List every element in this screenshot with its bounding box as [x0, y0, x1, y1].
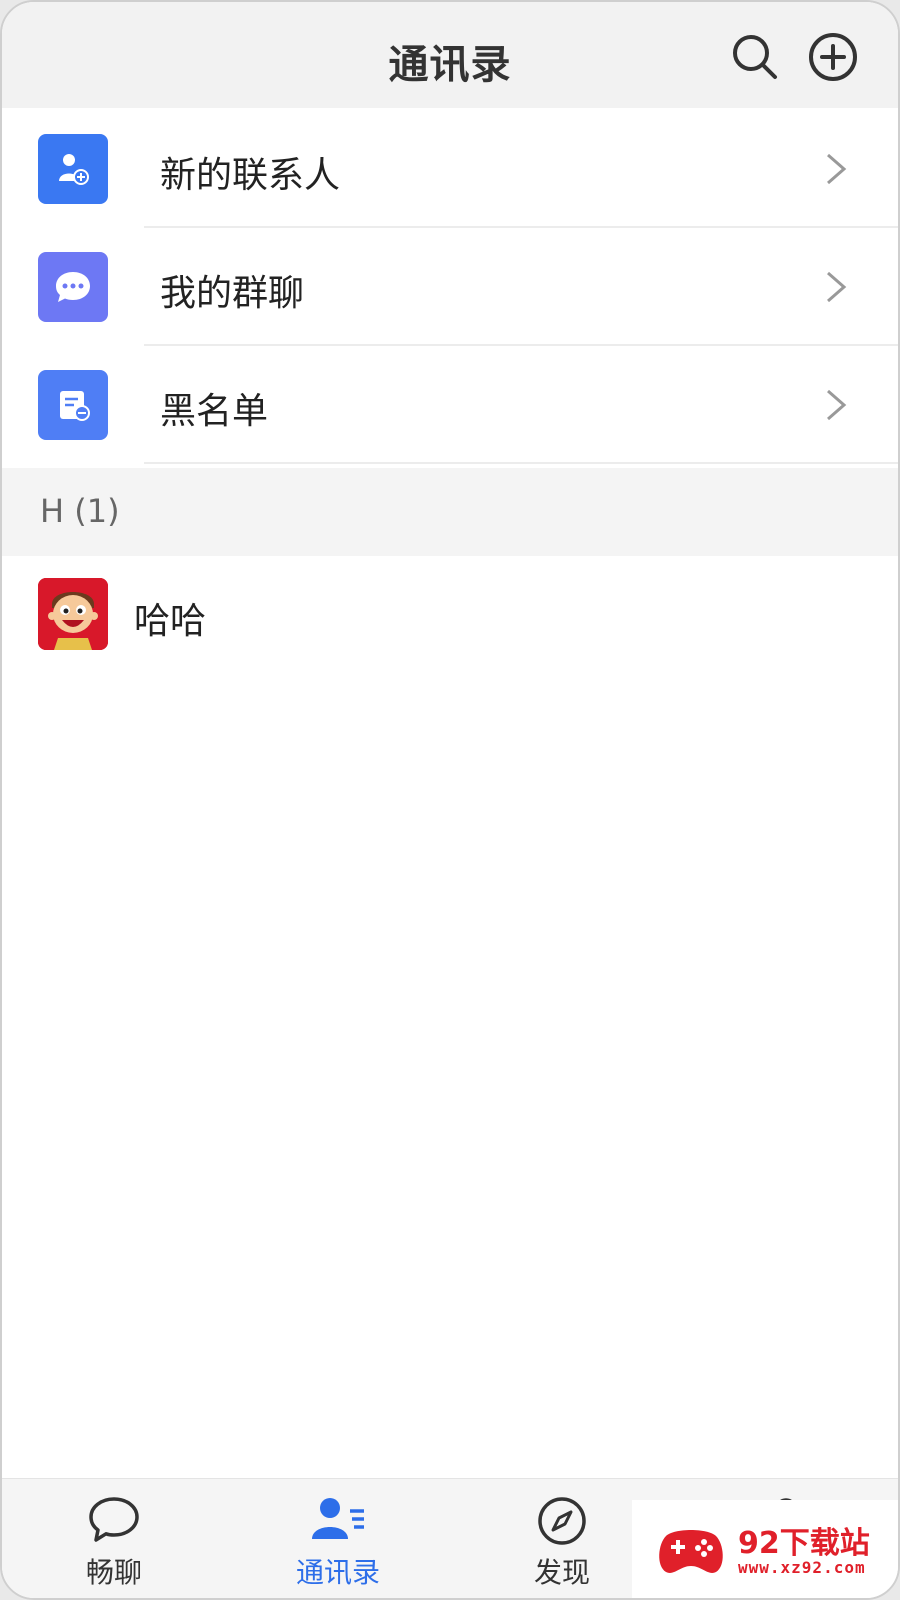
contact-row[interactable]: 哈哈 — [2, 564, 898, 664]
section-header-h: H (1) — [2, 468, 898, 556]
watermark-title: 92下载站 — [738, 1526, 870, 1561]
avatar — [38, 578, 108, 650]
contact-name: 哈哈 — [134, 601, 207, 642]
top-bar: 通讯录 — [2, 2, 898, 108]
tab-discover[interactable]: 发现 — [482, 1479, 642, 1598]
plus-circle-icon — [809, 33, 857, 81]
gamepad-logo-icon — [659, 1530, 723, 1573]
divider — [144, 462, 898, 464]
chevron-right-icon — [827, 389, 847, 421]
tab-chat[interactable]: 畅聊 — [34, 1479, 194, 1598]
chevron-right-icon — [827, 271, 847, 303]
tab-label: 通讯录 — [295, 1556, 380, 1589]
menu-item-my-groups[interactable]: 我的群聊 — [2, 228, 898, 346]
tab-contacts[interactable]: 通讯录 — [258, 1479, 418, 1598]
watermark: 92下载站 www.xz92.com — [632, 1500, 898, 1598]
tab-label: 畅聊 — [85, 1556, 142, 1589]
compass-icon — [538, 1497, 586, 1545]
menu-item-label: 我的群聊 — [160, 273, 305, 314]
add-contact-icon — [38, 134, 108, 204]
menu-item-blacklist[interactable]: 黑名单 — [2, 346, 898, 464]
contacts-icon — [312, 1498, 364, 1539]
menu-item-label: 新的联系人 — [160, 155, 341, 196]
chat-bubble-icon — [89, 1497, 139, 1542]
section-title: H (1) — [40, 492, 120, 530]
search-icon — [733, 35, 777, 79]
watermark-url: www.xz92.com — [738, 1558, 866, 1577]
blacklist-icon — [38, 370, 108, 440]
chevron-right-icon — [827, 153, 847, 185]
group-chat-icon — [38, 252, 108, 322]
contacts-screen: 通讯录 新的联系人 我的群聊 黑名单 H (1) 哈哈 畅聊 通讯录 发现 92… — [0, 0, 900, 1600]
menu-item-label: 黑名单 — [160, 391, 269, 432]
add-button[interactable] — [808, 32, 858, 82]
search-button[interactable] — [730, 32, 780, 82]
menu-item-new-contacts[interactable]: 新的联系人 — [2, 110, 898, 228]
tab-label: 发现 — [533, 1556, 590, 1589]
